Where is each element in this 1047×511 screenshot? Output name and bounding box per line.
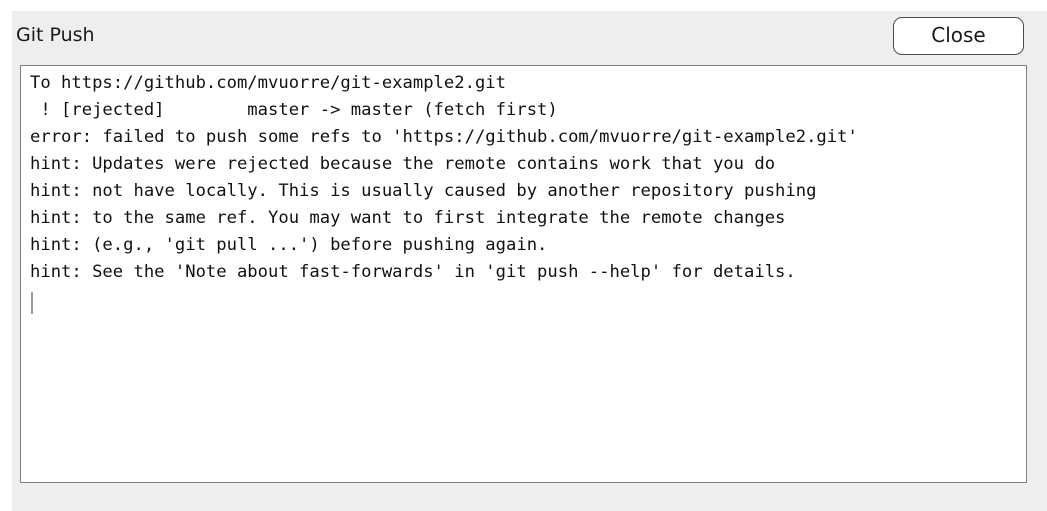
console-line: ! [rejected] master -> master (fetch fir… xyxy=(30,100,558,120)
console-line: hint: not have locally. This is usually … xyxy=(30,181,817,201)
console-line: hint: See the 'Note about fast-forwards'… xyxy=(30,262,796,282)
console-line: error: failed to push some refs to 'http… xyxy=(30,127,858,147)
console-line: hint: to the same ref. You may want to f… xyxy=(30,208,786,228)
console-line: To https://github.com/mvuorre/git-exampl… xyxy=(30,73,506,93)
console-line: hint: (e.g., 'git pull ...') before push… xyxy=(30,235,548,255)
text-cursor xyxy=(31,292,33,314)
dialog-title: Git Push xyxy=(16,24,95,46)
close-button[interactable]: Close xyxy=(893,17,1024,55)
console-line: hint: Updates were rejected because the … xyxy=(30,154,776,174)
git-output-console[interactable]: To https://github.com/mvuorre/git-exampl… xyxy=(20,65,1027,483)
